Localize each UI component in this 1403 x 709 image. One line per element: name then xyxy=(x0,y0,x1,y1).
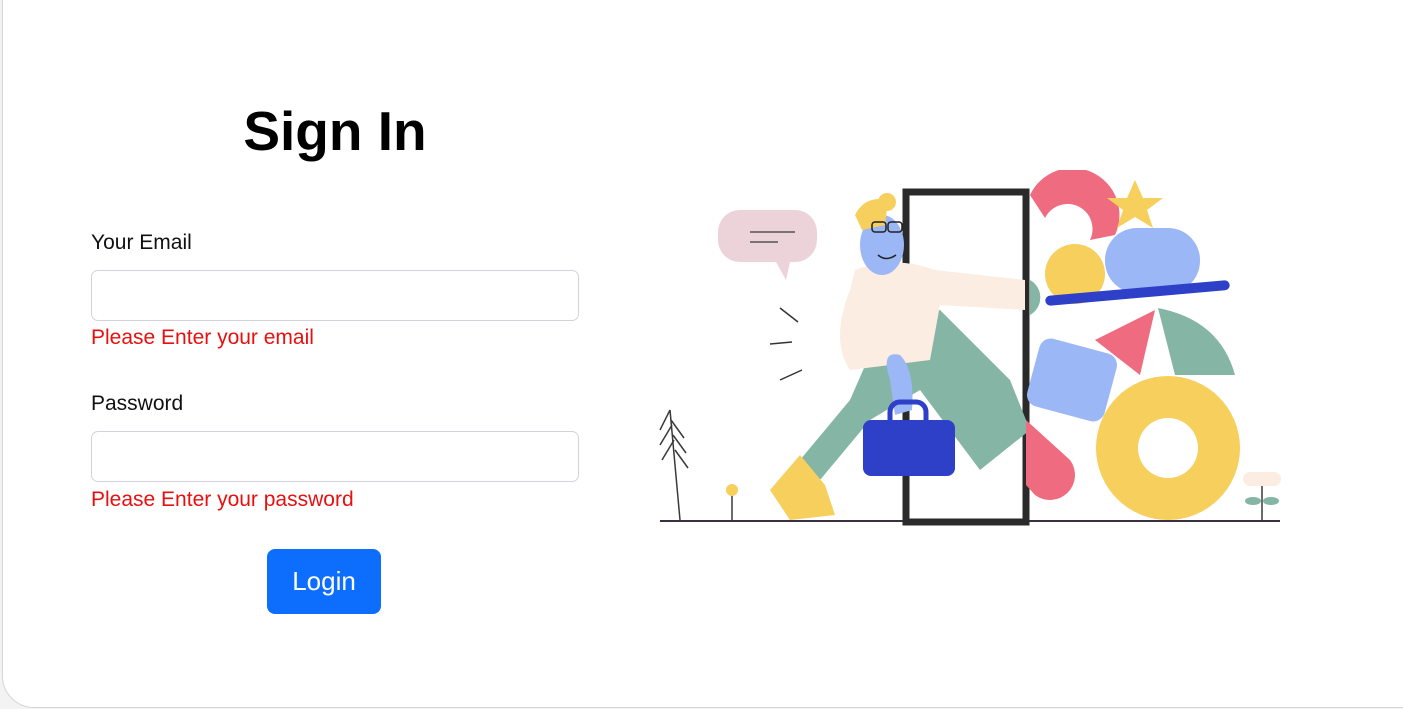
email-error: Please Enter your email xyxy=(91,326,314,349)
password-field[interactable] xyxy=(91,431,579,482)
login-button[interactable]: Login xyxy=(267,549,381,614)
email-label: Your Email xyxy=(91,231,192,254)
page-title: Sign In xyxy=(243,100,427,162)
password-error: Please Enter your password xyxy=(91,488,354,511)
password-label: Password xyxy=(91,392,184,415)
email-field[interactable] xyxy=(91,270,579,321)
person-entering-door-illustration xyxy=(659,170,1281,526)
